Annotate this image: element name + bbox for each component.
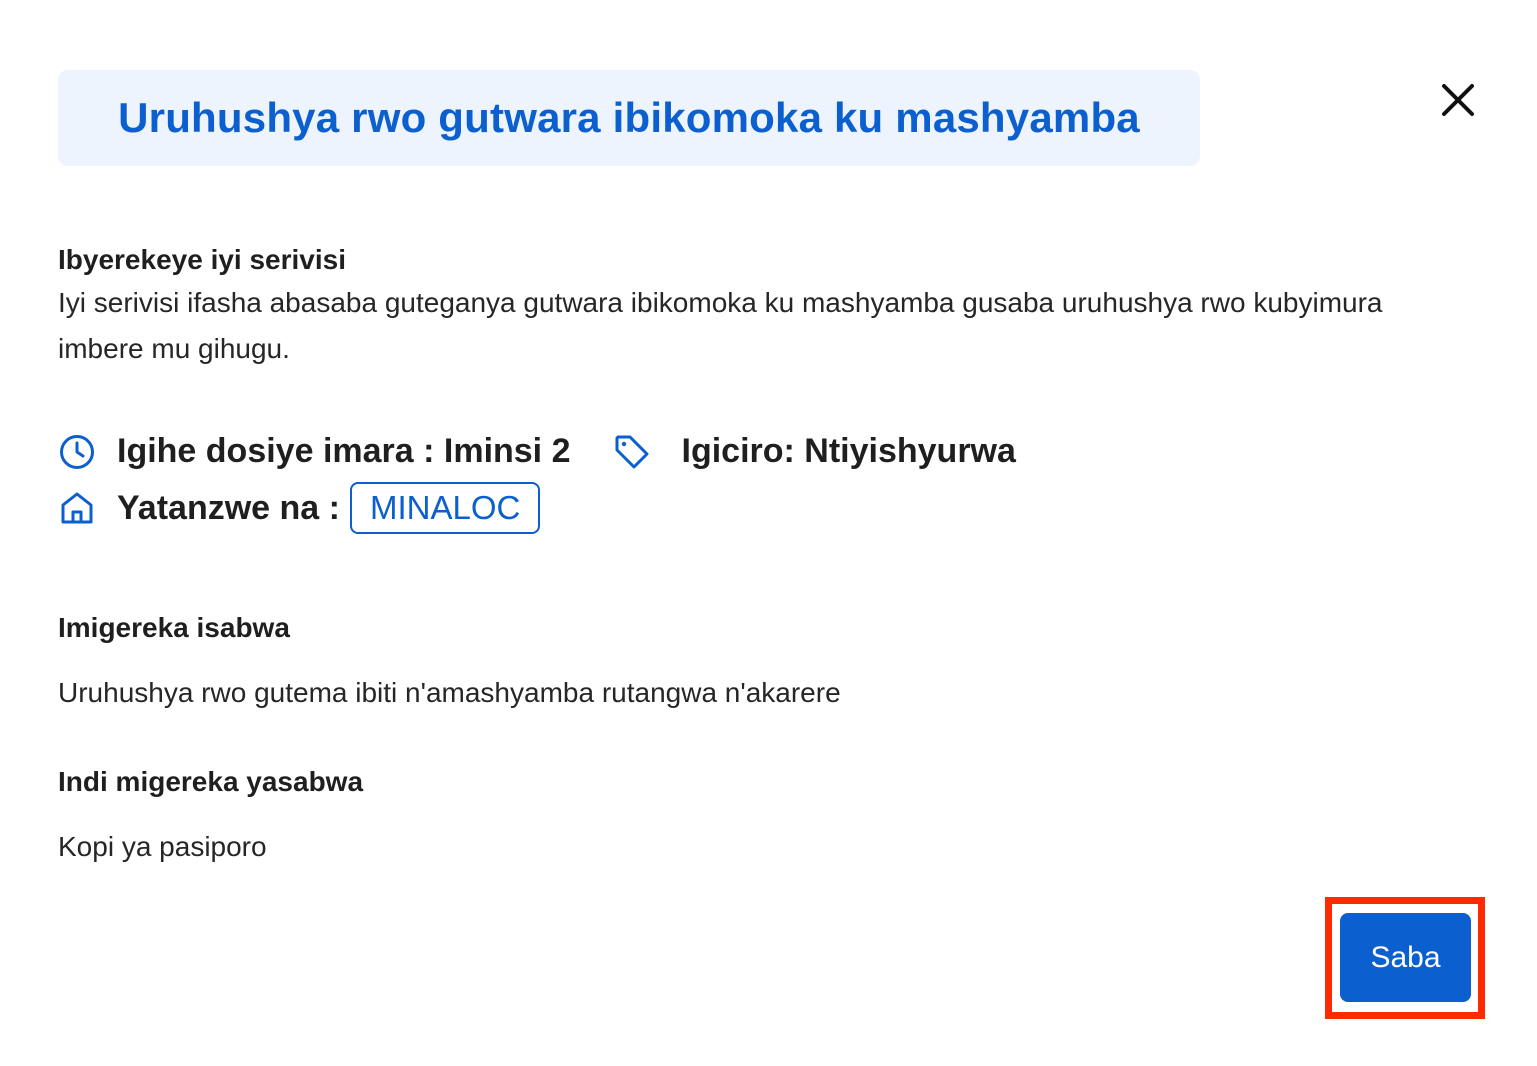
- service-dialog: Uruhushya rwo gutwara ibikomoka ku mashy…: [0, 0, 1537, 1066]
- title-banner: Uruhushya rwo gutwara ibikomoka ku mashy…: [58, 70, 1200, 166]
- other-requirements-value: Kopi ya pasiporo: [58, 831, 267, 862]
- about-section: Ibyerekeye iyi serivisi Iyi serivisi ifa…: [58, 240, 1398, 372]
- requirements-heading: Imigereka isabwa: [58, 612, 290, 643]
- dialog-title: Uruhushya rwo gutwara ibikomoka ku mashy…: [118, 94, 1140, 141]
- meta-row-duration-price: Igihe dosiye imara : Iminsi 2 Igiciro: N…: [58, 432, 1016, 471]
- other-requirements-heading: Indi migereka yasabwa: [58, 766, 364, 797]
- about-description: Iyi serivisi ifasha abasaba guteganya gu…: [58, 287, 1383, 364]
- duration-label: Igihe dosiye imara : Iminsi 2: [117, 432, 571, 470]
- clock-icon: [58, 433, 96, 471]
- provider-label: Yatanzwe na :: [117, 488, 340, 527]
- provider-badge[interactable]: MINALOC: [349, 482, 541, 534]
- home-icon: [58, 489, 96, 527]
- requirements-value: Uruhushya rwo gutema ibiti n'amashyamba …: [58, 677, 841, 708]
- close-icon: [1442, 84, 1474, 116]
- other-requirements-section: Indi migereka yasabwa: [58, 766, 363, 798]
- apply-button[interactable]: Saba: [1340, 913, 1471, 1002]
- about-heading: Ibyerekeye iyi serivisi: [58, 244, 346, 275]
- price-label: Igiciro: Ntiyishyurwa: [681, 432, 1016, 470]
- tag-icon: [613, 433, 651, 471]
- meta-row-provider: Yatanzwe na : MINALOC: [58, 482, 541, 534]
- close-button[interactable]: [1436, 78, 1480, 122]
- requirements-section: Imigereka isabwa: [58, 612, 290, 644]
